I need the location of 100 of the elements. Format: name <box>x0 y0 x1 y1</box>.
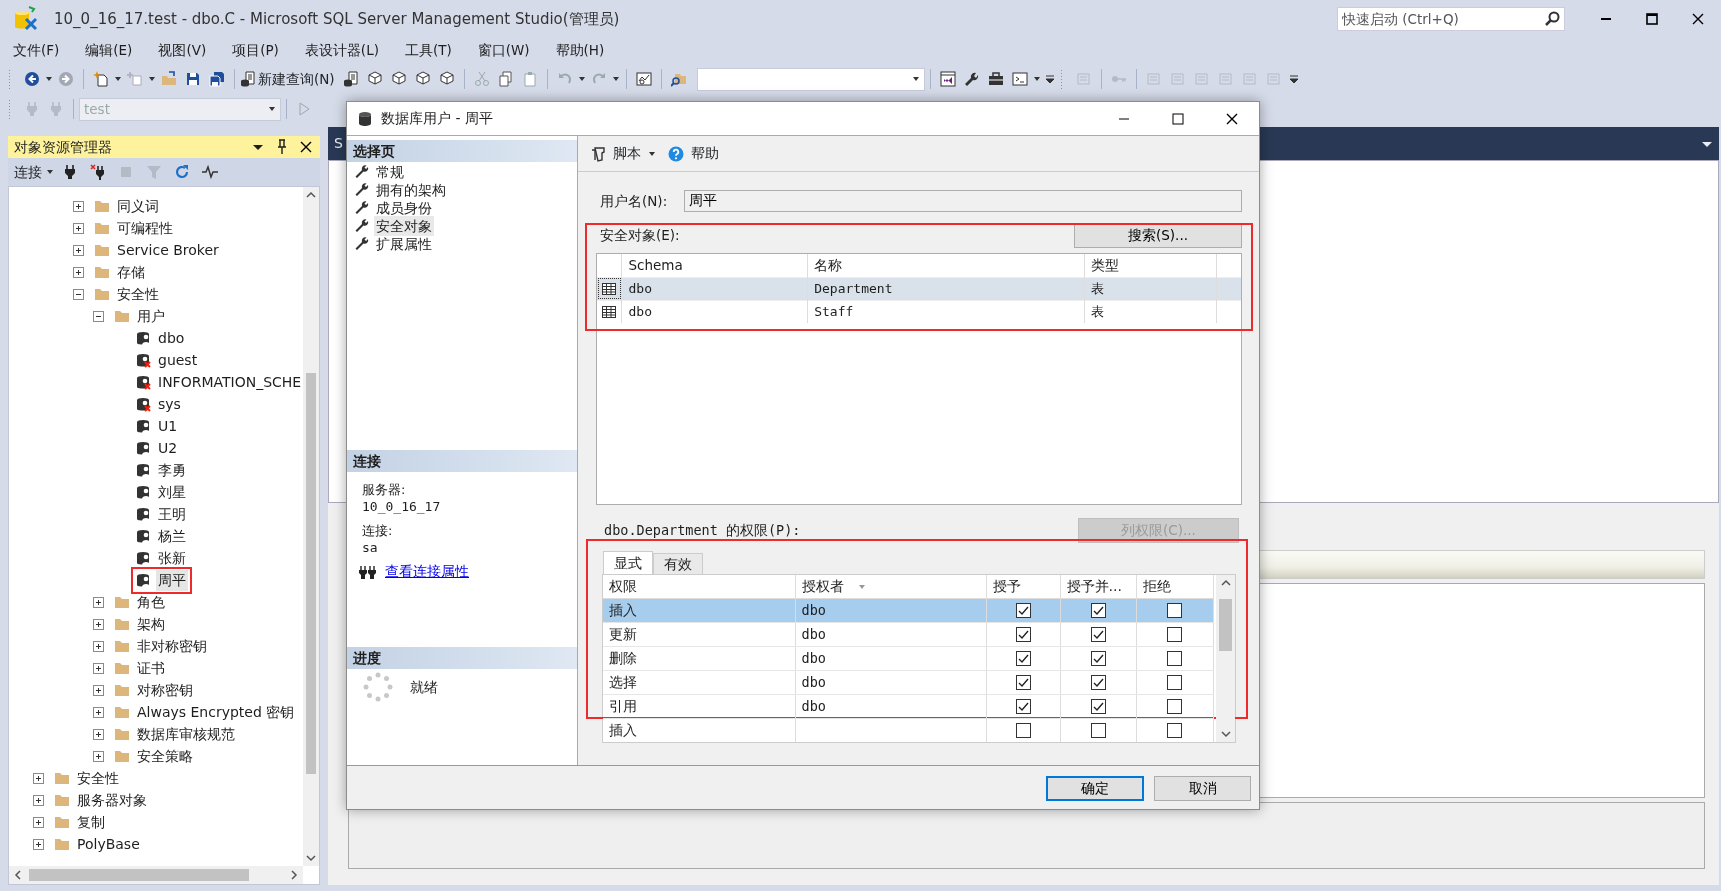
scroll-down-icon[interactable] <box>305 853 317 863</box>
expand-toggle-icon[interactable] <box>73 222 84 234</box>
menu-item[interactable]: 表设计器(L) <box>291 40 392 61</box>
search-icon[interactable] <box>1544 11 1560 27</box>
table-cell[interactable]: dbo <box>795 598 986 622</box>
expand-toggle-icon[interactable] <box>93 640 104 652</box>
checkbox[interactable] <box>1090 651 1106 667</box>
checkbox[interactable] <box>1015 675 1031 691</box>
tree-node[interactable]: Always Encrypted 密钥 <box>135 701 297 723</box>
expand-toggle-icon[interactable] <box>33 838 44 850</box>
connect-icon[interactable] <box>62 164 78 180</box>
tree-node[interactable]: 安全策略 <box>135 745 195 767</box>
toolbox-icon[interactable] <box>987 71 1004 87</box>
tree-node[interactable]: 数据库审核规范 <box>135 723 237 745</box>
table-cell[interactable]: 选择 <box>603 670 795 694</box>
tree-node[interactable]: 复制 <box>75 811 107 833</box>
column-header[interactable]: 拒绝 <box>1136 575 1213 598</box>
expand-toggle-icon[interactable] <box>33 772 44 784</box>
wrench-icon[interactable] <box>963 71 980 87</box>
tree-node[interactable]: 刘星 <box>156 481 188 503</box>
save-all-icon[interactable] <box>209 71 225 87</box>
tree-node[interactable]: 对称密钥 <box>135 679 195 701</box>
terminal-icon[interactable] <box>1011 71 1028 87</box>
scroll-down-icon[interactable] <box>1219 729 1232 739</box>
tree-node[interactable]: U1 <box>156 415 180 437</box>
tree-node[interactable]: 张新 <box>156 547 188 569</box>
tree-node[interactable]: PolyBase <box>75 833 142 855</box>
expand-toggle-icon[interactable] <box>93 728 104 740</box>
checkbox[interactable] <box>1015 723 1031 739</box>
maximize-icon[interactable] <box>1644 11 1660 27</box>
document-tab[interactable]: S <box>334 133 343 154</box>
expand-toggle-icon[interactable] <box>93 750 104 762</box>
close-icon[interactable] <box>1690 11 1706 27</box>
tree-node[interactable]: dbo <box>156 327 187 349</box>
dialog-button[interactable]: 确定 <box>1046 776 1144 801</box>
checkbox[interactable] <box>1167 603 1182 619</box>
menu-item[interactable]: 编辑(E) <box>72 40 146 61</box>
menu-item[interactable]: 窗口(W) <box>464 40 543 61</box>
scrollbar-thumb[interactable] <box>29 869 249 881</box>
scrollbar[interactable] <box>9 866 303 884</box>
expand-toggle-icon[interactable] <box>93 706 104 718</box>
connection-link[interactable]: 查看连接属性 <box>385 563 469 580</box>
tree-node[interactable]: 李勇 <box>156 459 188 481</box>
menu-item[interactable]: 工具(T) <box>391 40 465 61</box>
query-document-icon[interactable] <box>342 71 359 87</box>
scrollbar[interactable] <box>1216 575 1235 742</box>
table-cell[interactable]: 表 <box>1084 277 1216 300</box>
expand-toggle-icon[interactable] <box>73 244 84 256</box>
tree-node[interactable]: Service Broker <box>115 239 221 261</box>
table-cell[interactable]: 表 <box>1084 300 1216 323</box>
checkbox[interactable] <box>1167 651 1182 667</box>
expand-toggle-icon[interactable] <box>93 596 104 608</box>
table-cell[interactable]: dbo <box>795 646 986 670</box>
tree-node[interactable]: 可编程性 <box>115 217 175 239</box>
table-cell[interactable]: dbo <box>622 300 808 323</box>
scroll-right-icon[interactable] <box>289 869 299 881</box>
tree-node[interactable]: 用户 <box>135 305 167 327</box>
checkbox[interactable] <box>1090 603 1106 619</box>
tree-node[interactable]: INFORMATION_SCHE <box>156 371 303 393</box>
table-cell[interactable]: dbo <box>795 694 986 718</box>
tree-node[interactable]: 服务器对象 <box>75 789 149 811</box>
checkbox[interactable] <box>1090 723 1106 739</box>
dialog-button[interactable]: 取消 <box>1154 776 1251 801</box>
scrollbar-thumb[interactable] <box>1219 599 1232 651</box>
table-cell[interactable]: dbo <box>622 277 808 300</box>
table-cell[interactable]: 引用 <box>603 694 795 718</box>
scroll-up-icon[interactable] <box>305 190 317 200</box>
activity-icon[interactable] <box>202 164 218 180</box>
open-folder-icon[interactable] <box>161 71 177 87</box>
scroll-up-icon[interactable] <box>1219 578 1232 588</box>
activity-monitor-icon[interactable] <box>635 71 652 87</box>
help-button[interactable]: 帮助 <box>668 143 722 164</box>
new-project-icon[interactable] <box>93 71 109 87</box>
table-cell[interactable]: 更新 <box>603 622 795 646</box>
column-header[interactable]: 授权者 <box>795 575 986 598</box>
tree-node[interactable]: 周平 <box>156 569 188 591</box>
tree-node[interactable]: 非对称密钥 <box>135 635 209 657</box>
search-button[interactable]: 搜索(S)... <box>1074 223 1242 248</box>
checkbox[interactable] <box>1015 651 1031 667</box>
cube-icon[interactable] <box>438 71 455 87</box>
checkbox[interactable] <box>1167 699 1182 715</box>
tree-node[interactable]: 安全性 <box>115 283 161 305</box>
tree-node[interactable]: 安全性 <box>75 767 121 789</box>
checkbox[interactable] <box>1015 603 1031 619</box>
collapse-toggle-icon[interactable] <box>73 288 84 300</box>
save-icon[interactable] <box>185 71 201 87</box>
close-icon[interactable] <box>298 139 314 155</box>
checkbox[interactable] <box>1167 723 1182 739</box>
expand-toggle-icon[interactable] <box>93 618 104 630</box>
scrollbar-thumb[interactable] <box>306 373 316 774</box>
menu-item[interactable]: 项目(P) <box>219 40 292 61</box>
folder-search-icon[interactable] <box>670 71 687 87</box>
back-icon[interactable] <box>24 71 40 87</box>
refresh-icon[interactable] <box>174 164 190 180</box>
expand-toggle-icon[interactable] <box>93 662 104 674</box>
tree-node[interactable]: guest <box>156 349 200 371</box>
table-cell[interactable]: dbo <box>795 670 986 694</box>
checkbox[interactable] <box>1015 699 1031 715</box>
cube-icon[interactable] <box>366 71 383 87</box>
quick-launch-field[interactable]: 快速启动 (Ctrl+Q) <box>1337 7 1565 31</box>
